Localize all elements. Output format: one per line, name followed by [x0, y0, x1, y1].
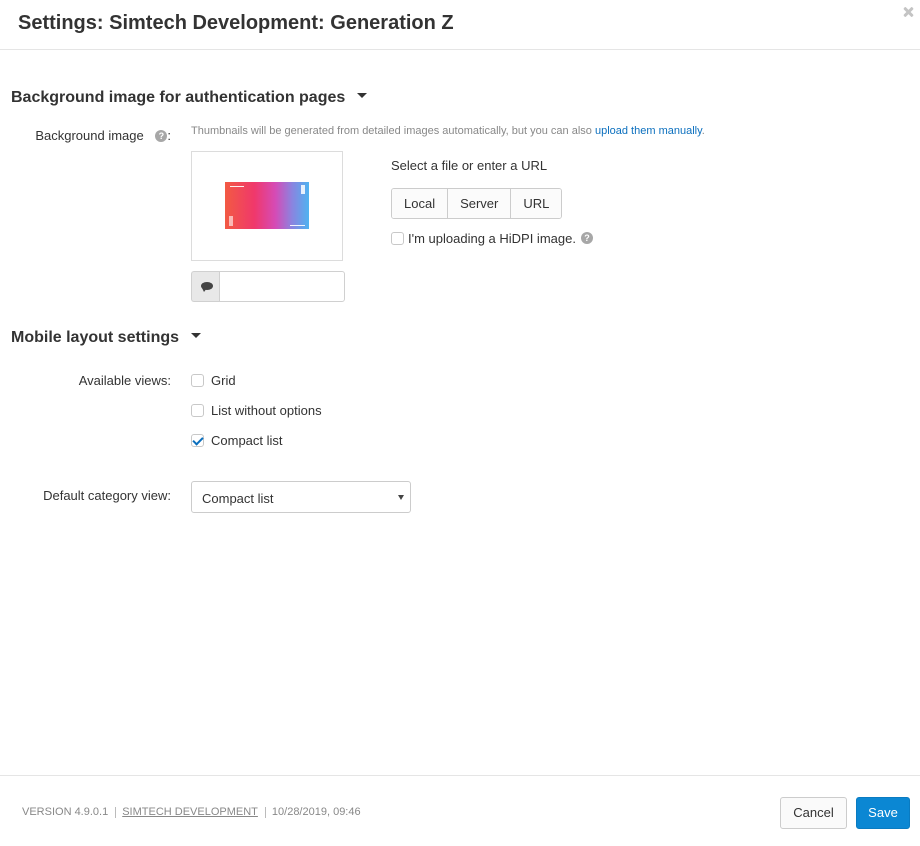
- help-icon[interactable]: ?: [155, 129, 168, 142]
- url-button[interactable]: URL: [511, 189, 562, 218]
- cancel-button[interactable]: Cancel: [780, 797, 847, 829]
- caret-down-icon: [357, 93, 368, 99]
- server-button[interactable]: Server: [448, 189, 512, 218]
- local-button[interactable]: Local: [392, 189, 449, 218]
- background-image-label-text: Background image: [35, 128, 144, 143]
- hidpi-help-icon[interactable]: ?: [580, 231, 593, 244]
- default-view-label: Default category view:: [43, 488, 171, 503]
- close-icon[interactable]: [902, 6, 914, 18]
- vendor-link[interactable]: SIMTECH DEVELOPMENT: [122, 806, 258, 818]
- image-preview: [191, 151, 343, 261]
- background-image-label: Background image ?:: [35, 128, 171, 143]
- alt-text-group: [191, 271, 345, 302]
- alt-text-input[interactable]: [219, 271, 345, 302]
- thumbnail-hint: Thumbnails will be generated from detail…: [191, 125, 705, 137]
- hidpi-option[interactable]: I'm uploading a HiDPI image. ?: [391, 231, 593, 246]
- view-option-list-without-options[interactable]: List without options: [191, 403, 322, 418]
- dialog-title: Settings: Simtech Development: Generatio…: [18, 12, 454, 34]
- section-title-background: Background image for authentication page…: [11, 89, 346, 106]
- dialog-footer: VERSION 4.9.0.1 SIMTECH DEVELOPMENT 10/2…: [0, 775, 920, 846]
- section-title-mobile: Mobile layout settings: [11, 329, 180, 346]
- grid-label: Grid: [211, 373, 236, 388]
- save-button[interactable]: Save: [856, 797, 910, 829]
- file-prompt: Select a file or enter a URL: [391, 158, 548, 173]
- hint-text: Thumbnails will be generated from detail…: [191, 125, 592, 137]
- available-views-label: Available views:: [78, 373, 171, 388]
- upload-manually-link[interactable]: upload them manually: [595, 125, 702, 137]
- divider: [264, 806, 266, 818]
- comment-icon: [201, 282, 213, 292]
- view-option-grid[interactable]: Grid: [191, 373, 236, 388]
- hidpi-checkbox[interactable]: [391, 232, 404, 245]
- label-colon: :: [167, 128, 171, 143]
- version-info: VERSION 4.9.0.1 SIMTECH DEVELOPMENT 10/2…: [22, 806, 361, 818]
- alt-text-addon: [191, 271, 219, 302]
- compact-list-label: Compact list: [211, 433, 283, 448]
- hidpi-label: I'm uploading a HiDPI image.: [408, 231, 576, 246]
- version-text: VERSION 4.9.0.1: [22, 806, 109, 818]
- dialog-header: Settings: Simtech Development: Generatio…: [0, 0, 920, 50]
- caret-down-icon: [191, 333, 202, 339]
- section-header-mobile[interactable]: Mobile layout settings: [11, 329, 202, 347]
- list-without-options-label: List without options: [211, 403, 322, 418]
- default-view-value: Compact list: [202, 491, 274, 506]
- divider: [115, 806, 117, 818]
- background-thumbnail[interactable]: [225, 182, 309, 229]
- dropdown-arrow-icon: [398, 495, 404, 500]
- timestamp: 10/28/2019, 09:46: [271, 806, 361, 818]
- default-view-select[interactable]: Compact list: [191, 481, 411, 513]
- view-option-compact-list[interactable]: Compact list: [191, 433, 283, 448]
- compact-list-checkbox[interactable]: [191, 434, 204, 447]
- section-header-background[interactable]: Background image for authentication page…: [11, 89, 368, 107]
- grid-checkbox[interactable]: [191, 374, 204, 387]
- list-without-options-checkbox[interactable]: [191, 404, 204, 417]
- hint-suffix: .: [701, 125, 705, 137]
- file-source-buttons: Local Server URL: [391, 188, 563, 219]
